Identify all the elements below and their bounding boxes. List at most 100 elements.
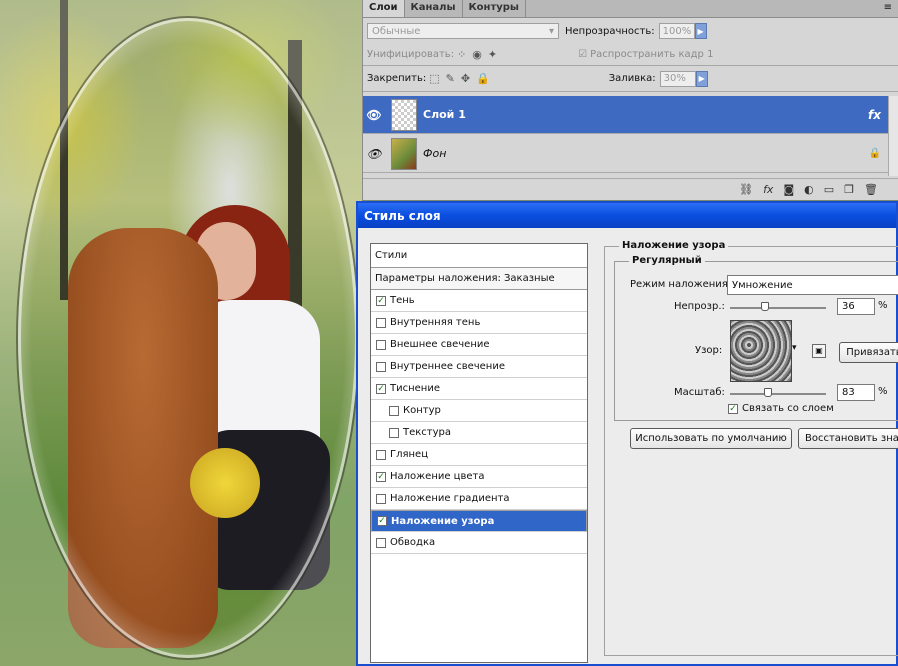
- fx-icon[interactable]: fx: [763, 183, 773, 196]
- panel-menu-icon[interactable]: ≡: [878, 0, 898, 17]
- lock-icon: 🔒: [868, 148, 881, 159]
- scale-input[interactable]: 83: [837, 384, 875, 401]
- link-with-layer-checkbox[interactable]: ✓: [728, 404, 738, 414]
- adjustment-icon[interactable]: ◐: [804, 183, 814, 196]
- folder-icon[interactable]: ▭: [824, 183, 834, 196]
- style-item-checkbox[interactable]: ✓: [376, 471, 386, 482]
- new-preset-icon[interactable]: ▣: [812, 344, 826, 358]
- pattern-swatch[interactable]: [730, 320, 792, 382]
- blend-mode-label: Режим наложения:: [630, 279, 732, 290]
- unify-position-icon[interactable]: ⁘: [457, 48, 466, 61]
- layers-bottom-bar: ⛓ fx ◙ ◐ ▭ ❐ 🗑: [363, 178, 898, 200]
- style-item-checkbox[interactable]: [376, 537, 386, 548]
- layer-thumbnail: [391, 98, 417, 131]
- style-item-label: Наложение градиента: [390, 493, 510, 504]
- style-item[interactable]: Контур: [371, 400, 587, 422]
- opacity-input[interactable]: 100%: [658, 23, 695, 39]
- mask-icon[interactable]: ◙: [783, 183, 794, 196]
- pattern-label: Узор:: [695, 345, 723, 356]
- style-item-label: Внешнее свечение: [390, 339, 490, 350]
- opacity-arrow-icon[interactable]: ▶: [694, 23, 707, 39]
- fill-arrow-icon[interactable]: ▶: [695, 70, 708, 87]
- style-item-checkbox[interactable]: [376, 449, 386, 460]
- opacity-percent: %: [878, 300, 888, 311]
- layer-row-background[interactable]: 👁 Фон 🔒: [363, 135, 889, 173]
- snap-to-origin-button[interactable]: Привязать: [839, 342, 898, 363]
- blend-mode-select[interactable]: Обычные ▾: [367, 23, 559, 39]
- dialog-opacity-input[interactable]: 36: [837, 298, 875, 315]
- style-item-label: Внутреннее свечение: [390, 361, 505, 372]
- style-item[interactable]: ✓ Тень: [371, 290, 587, 312]
- unify-row: Унифицировать: ⁘ ◉ ✦ ☑ Распространить ка…: [363, 44, 898, 66]
- style-item[interactable]: ✓ Наложение цвета: [371, 466, 587, 488]
- style-item[interactable]: Глянец: [371, 444, 587, 466]
- dialog-blend-mode-select[interactable]: Умножение: [727, 275, 898, 295]
- lock-transparent-icon[interactable]: ⬚: [429, 72, 439, 85]
- subsection-title: Регулярный: [629, 255, 705, 266]
- chevron-down-icon: ▾: [548, 25, 554, 37]
- unify-label: Унифицировать:: [367, 49, 455, 60]
- style-item-checkbox[interactable]: ✓: [376, 383, 386, 394]
- opacity-slider-handle[interactable]: [760, 302, 769, 311]
- link-icon[interactable]: ⛓: [739, 183, 753, 196]
- tab-paths[interactable]: Контуры: [463, 0, 526, 17]
- trash-icon[interactable]: 🗑: [864, 183, 878, 196]
- link-with-layer-label: Связать со слоем: [742, 403, 834, 414]
- style-item-checkbox[interactable]: ✓: [377, 516, 387, 526]
- scale-slider-track[interactable]: [730, 393, 826, 395]
- tab-layers[interactable]: Слои: [363, 0, 405, 17]
- dialog-opacity-label: Непрозр.:: [674, 301, 725, 312]
- style-item-label: Наложение цвета: [390, 471, 485, 482]
- style-item[interactable]: Внешнее свечение: [371, 334, 587, 356]
- eye-icon[interactable]: 👁: [363, 108, 385, 122]
- reset-default-button[interactable]: Восстановить знач: [798, 428, 898, 449]
- style-item-checkbox[interactable]: ✓: [376, 295, 386, 306]
- style-item[interactable]: Текстура: [371, 422, 587, 444]
- style-item-checkbox[interactable]: [389, 427, 399, 438]
- canvas-photo[interactable]: [0, 0, 362, 666]
- style-item-checkbox[interactable]: [376, 361, 386, 372]
- eye-icon[interactable]: 👁: [363, 147, 385, 161]
- style-item-label: Текстура: [403, 427, 452, 438]
- style-item-checkbox[interactable]: [376, 339, 386, 350]
- scale-slider-handle[interactable]: [764, 388, 773, 397]
- lock-all-icon[interactable]: 🔒: [476, 72, 490, 85]
- layer-thumbnail: [391, 137, 417, 170]
- style-item-label: Контур: [403, 405, 441, 416]
- styles-header[interactable]: Стили: [371, 244, 587, 268]
- layer-row-sloy1[interactable]: 👁 Слой 1 fx: [363, 96, 889, 134]
- blend-params-item[interactable]: Параметры наложения: Заказные: [371, 268, 587, 290]
- style-item-checkbox[interactable]: [389, 405, 399, 416]
- layer-style-dialog: Стиль слоя Стили Параметры наложения: За…: [356, 201, 898, 666]
- fill-label: Заливка:: [608, 73, 656, 84]
- style-item-checkbox[interactable]: [376, 493, 386, 504]
- style-item-checkbox[interactable]: [376, 317, 386, 328]
- style-item[interactable]: Обводка: [371, 532, 587, 554]
- unify-visibility-icon[interactable]: ◉: [472, 48, 482, 61]
- style-item[interactable]: ✓ Наложение узора: [371, 510, 587, 532]
- style-item[interactable]: Внутреннее свечение: [371, 356, 587, 378]
- propagate-checkbox[interactable]: ☑: [578, 49, 587, 60]
- dialog-title: Стиль слоя: [358, 203, 896, 228]
- layers-scrollbar[interactable]: [888, 96, 898, 176]
- style-item-label: Внутренняя тень: [390, 317, 481, 328]
- fx-icon[interactable]: fx: [868, 108, 881, 122]
- style-item-label: Глянец: [390, 449, 429, 460]
- scale-percent: %: [878, 386, 888, 397]
- fill-input[interactable]: 30%: [659, 70, 696, 87]
- tab-channels[interactable]: Каналы: [405, 0, 463, 17]
- new-layer-icon[interactable]: ❐: [844, 183, 854, 196]
- pattern-dropdown-icon[interactable]: ▾: [792, 343, 797, 353]
- style-item[interactable]: Внутренняя тень: [371, 312, 587, 334]
- unify-style-icon[interactable]: ✦: [488, 48, 497, 61]
- blend-mode-value: Обычные: [372, 25, 421, 37]
- lock-move-icon[interactable]: ✥: [461, 72, 470, 85]
- style-item[interactable]: ✓ Тиснение: [371, 378, 587, 400]
- opacity-slider-track[interactable]: [730, 307, 826, 309]
- style-item-label: Наложение узора: [391, 515, 495, 527]
- make-default-button[interactable]: Использовать по умолчанию: [630, 428, 792, 449]
- lock-brush-icon[interactable]: ✎: [446, 72, 455, 85]
- style-item[interactable]: Наложение градиента: [371, 488, 587, 510]
- lock-label: Закрепить:: [367, 73, 427, 84]
- layer-name: Фон: [423, 147, 447, 160]
